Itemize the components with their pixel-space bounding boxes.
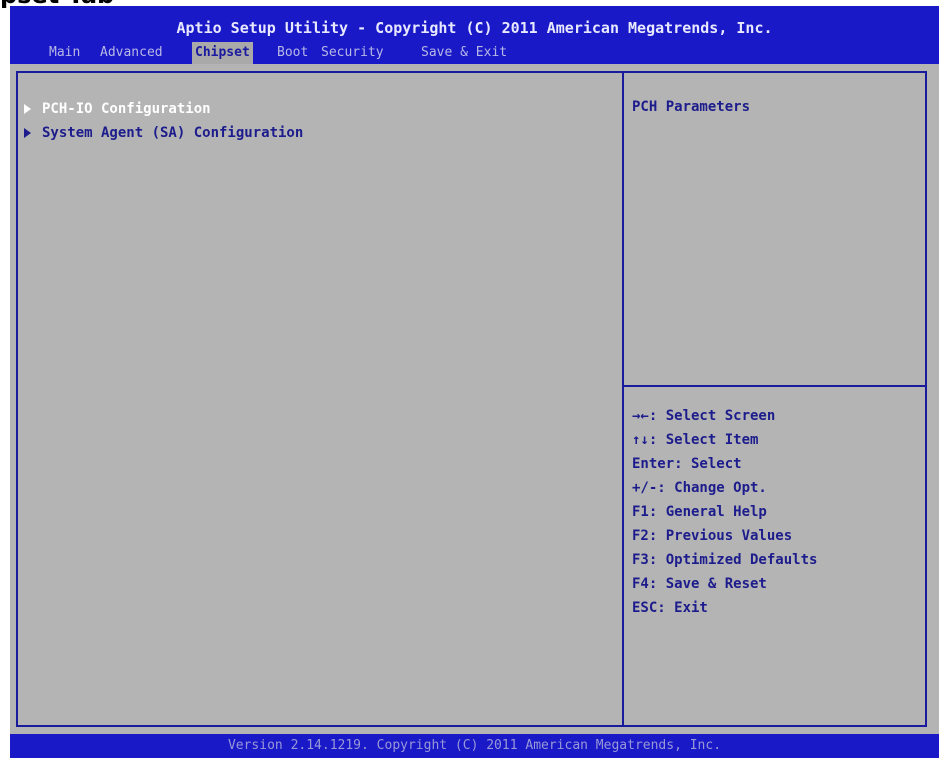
key-esc-exit: ESC: Exit [632, 600, 708, 616]
vertical-divider [622, 73, 624, 725]
key-save-reset: F4: Save & Reset [632, 576, 767, 592]
tab-main[interactable]: Main [46, 42, 83, 64]
tab-save-exit[interactable]: Save & Exit [418, 42, 510, 64]
key-optimized-defaults: F3: Optimized Defaults [632, 552, 818, 568]
header-bar: Aptio Setup Utility - Copyright (C) 2011… [10, 6, 939, 64]
key-enter-select: Enter: Select [632, 456, 742, 472]
menu-list: PCH-IO Configuration System Agent (SA) C… [24, 97, 303, 145]
bios-screen: Aptio Setup Utility - Copyright (C) 2011… [10, 6, 939, 758]
key-legend: →←: Select Screen ↑↓: Select Item Enter:… [632, 404, 817, 620]
version-text: Version 2.14.1219. Copyright (C) 2011 Am… [227, 738, 722, 753]
key-select-screen: →←: Select Screen [632, 408, 776, 424]
setup-title: Aptio Setup Utility - Copyright (C) 2011… [176, 19, 773, 37]
menu-item-pch-io[interactable]: PCH-IO Configuration [24, 97, 303, 121]
menu-item-system-agent[interactable]: System Agent (SA) Configuration [24, 121, 303, 145]
key-change-opt: +/-: Change Opt. [632, 480, 767, 496]
tab-advanced[interactable]: Advanced [97, 42, 166, 64]
key-general-help: F1: General Help [632, 504, 767, 520]
menu-item-label: System Agent (SA) Configuration [42, 125, 304, 141]
submenu-arrow-icon [24, 128, 31, 138]
help-divider [624, 385, 925, 387]
key-select-item: ↑↓: Select Item [632, 432, 759, 448]
tab-boot[interactable]: Boot [274, 42, 311, 64]
menu-item-label: PCH-IO Configuration [42, 101, 211, 117]
main-panel: PCH-IO Configuration System Agent (SA) C… [10, 64, 939, 734]
content-frame: PCH-IO Configuration System Agent (SA) C… [16, 71, 927, 727]
submenu-arrow-icon [24, 104, 31, 114]
help-description: PCH Parameters [632, 99, 751, 115]
footer-bar: Version 2.14.1219. Copyright (C) 2011 Am… [10, 734, 939, 758]
tab-chipset[interactable]: Chipset [192, 42, 253, 64]
tab-security[interactable]: Security [318, 42, 387, 64]
key-previous-values: F2: Previous Values [632, 528, 793, 544]
